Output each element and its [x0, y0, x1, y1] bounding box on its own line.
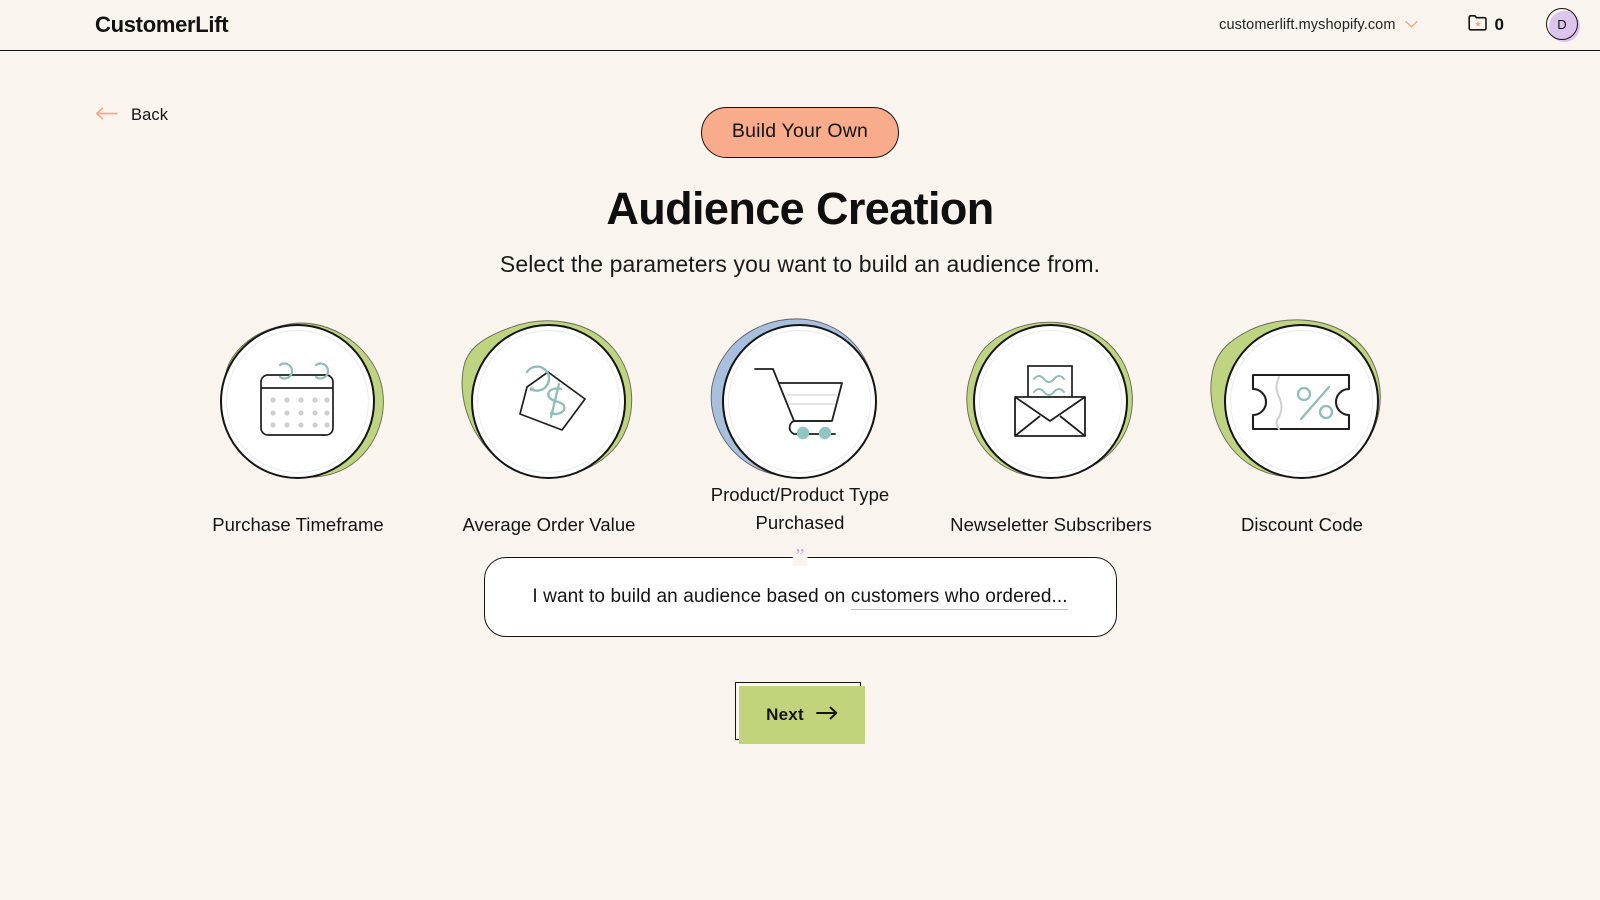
icon-stage [1200, 300, 1405, 505]
next-button-label: Next [766, 705, 804, 725]
icon-stage [949, 300, 1154, 505]
chevron-down-icon [1405, 17, 1418, 33]
icon-stage [698, 300, 903, 505]
page-subtitle: Select the parameters you want to build … [0, 251, 1600, 278]
user-avatar[interactable]: D [1546, 8, 1580, 42]
page-title: Audience Creation [0, 183, 1600, 235]
sentence-text: I want to build an audience based on cus… [532, 586, 1067, 608]
folder-star-icon [1468, 14, 1488, 36]
next-button[interactable]: Next [735, 682, 865, 744]
avatar-initial: D [1546, 8, 1578, 40]
calendar-icon [220, 324, 375, 479]
option-discount-code[interactable]: Discount Code [1177, 300, 1428, 539]
back-button-label: Back [131, 106, 168, 125]
envelope-letter-icon [973, 324, 1128, 479]
saved-audiences-count: 0 [1495, 15, 1504, 35]
icon-stage [447, 300, 652, 505]
option-label: Average Order Value [462, 511, 635, 539]
option-product-purchased[interactable]: Product/Product Type Purchased [675, 300, 926, 537]
sentence-card: ” I want to build an audience based on c… [484, 557, 1117, 637]
footer-actions: Next [0, 682, 1600, 744]
arrow-right-icon [816, 706, 838, 725]
top-header-bar: CustomerLift customerlift.myshopify.com … [0, 0, 1600, 51]
header-actions: customerlift.myshopify.com 0 D [1211, 8, 1580, 42]
parameter-option-list: Purchase Timeframe [0, 300, 1600, 539]
sentence-slot-value[interactable]: customers who ordered... [851, 586, 1068, 610]
option-label: Discount Code [1241, 511, 1363, 539]
app-logo-wordmark[interactable]: CustomerLift [95, 12, 228, 38]
next-button-fill: Next [739, 686, 865, 744]
build-your-own-pill[interactable]: Build Your Own [701, 107, 899, 158]
option-newsletter-subscribers[interactable]: Newseletter Subscribers [926, 300, 1177, 539]
option-purchase-timeframe[interactable]: Purchase Timeframe [173, 300, 424, 539]
quote-mark-icon: ” [793, 546, 808, 566]
arrow-left-icon [95, 107, 118, 125]
icon-stage [196, 300, 401, 505]
shopping-cart-icon [722, 324, 877, 479]
coupon-percent-icon [1224, 324, 1379, 479]
shop-domain-selector[interactable]: customerlift.myshopify.com [1211, 12, 1425, 38]
back-button[interactable]: Back [95, 106, 168, 125]
shop-domain-label: customerlift.myshopify.com [1219, 17, 1395, 33]
mode-pill-row: Build Your Own [0, 107, 1600, 158]
option-label: Purchase Timeframe [212, 511, 384, 539]
price-tag-dollar-icon [471, 324, 626, 479]
option-label: Newseletter Subscribers [950, 511, 1152, 539]
saved-audiences-counter[interactable]: 0 [1468, 14, 1504, 36]
sentence-builder-zone: ” I want to build an audience based on c… [0, 557, 1600, 637]
option-average-order-value[interactable]: Average Order Value [424, 300, 675, 539]
sentence-prefix: I want to build an audience based on [532, 586, 851, 607]
